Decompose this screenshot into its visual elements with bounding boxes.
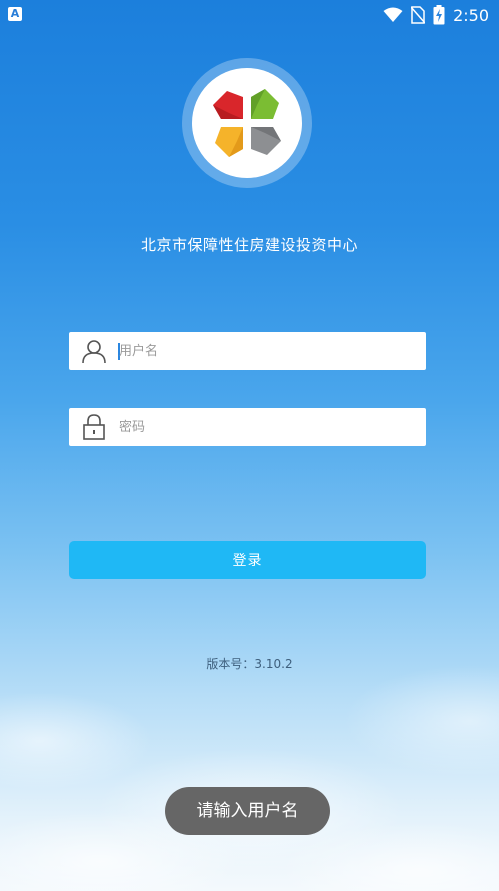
version-label: 版本号：3.10.2 [206,657,293,671]
password-field[interactable] [69,408,426,446]
organization-name: 北京市保障性住房建设投资中心 [140,236,358,254]
wifi-icon [383,7,403,22]
no-sim-icon [411,6,426,24]
user-icon [82,340,106,364]
username-input[interactable] [119,332,414,370]
login-button[interactable]: 登录 [69,541,426,579]
logo-ring [182,58,312,188]
status-time: 2:50 [453,5,489,25]
battery-charging-icon [433,5,445,25]
status-bar: A 2:50 [0,0,499,30]
lock-icon [83,414,105,440]
app-notification-icon: A [8,7,22,21]
colorful-diamond-logo-icon [213,89,281,157]
app-logo [192,68,302,178]
toast-message: 请输入用户名 [165,787,330,835]
password-input[interactable] [119,408,414,446]
username-field[interactable] [69,332,426,370]
